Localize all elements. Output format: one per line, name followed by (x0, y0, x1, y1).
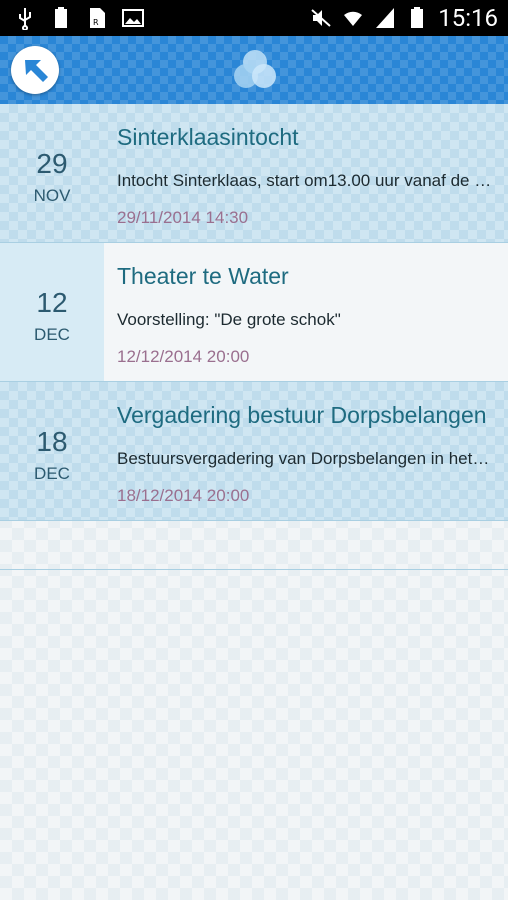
event-content: Theater te Water Voorstelling: "De grote… (117, 243, 494, 381)
back-button[interactable] (11, 46, 59, 94)
event-datetime: 18/12/2014 20:00 (117, 486, 250, 505)
event-month: NOV (33, 186, 71, 205)
list-divider (0, 521, 508, 570)
arrow-up-left-icon (25, 60, 48, 82)
clock: 15:16 (438, 4, 498, 32)
event-list: 29 NOV Sinterklaasintocht Intocht Sinter… (0, 104, 508, 570)
event-row[interactable]: 29 NOV Sinterklaasintocht Intocht Sinter… (0, 104, 508, 243)
wifi-icon (344, 11, 363, 26)
status-left-icons: R (14, 6, 144, 30)
event-day: 29 (36, 148, 68, 179)
sd-card-icon: R (90, 8, 105, 28)
event-title: Sinterklaasintocht (117, 124, 299, 150)
event-description: Voorstelling: "De grote schok" (117, 310, 341, 329)
event-month: DEC (34, 325, 70, 344)
event-row[interactable]: 18 DEC Vergadering bestuur Dorpsbelangen… (0, 382, 508, 521)
battery-100-icon (55, 7, 67, 28)
event-content: Vergadering bestuur Dorpsbelangen Bestuu… (117, 382, 494, 520)
image-icon (122, 9, 144, 27)
event-description: Intocht Sinterklaas, start om13.00 uur v… (117, 171, 494, 190)
event-description: Bestuursvergadering van Dorpsbelangen in… (117, 449, 494, 468)
mute-icon (311, 9, 331, 27)
event-content: Sinterklaasintocht Intocht Sinterklaas, … (117, 104, 494, 242)
bubbles-logo-icon (234, 50, 276, 88)
event-datetime: 29/11/2014 14:30 (117, 208, 249, 227)
event-day: 18 (36, 426, 68, 457)
status-right-icons: 15:16 (310, 4, 498, 32)
app-bar (0, 36, 508, 104)
event-date: 29 NOV (0, 104, 104, 242)
event-day: 12 (36, 287, 68, 318)
usb-icon (19, 8, 31, 30)
event-row[interactable]: 12 DEC Theater te Water Voorstelling: "D… (0, 243, 508, 382)
event-month: DEC (34, 464, 70, 483)
battery-icon (411, 7, 424, 28)
signal-icon (376, 8, 395, 28)
event-title: Vergadering bestuur Dorpsbelangen (117, 402, 487, 428)
status-bar: R 15:16 (0, 0, 508, 36)
event-date: 18 DEC (0, 382, 104, 520)
event-date: 12 DEC (0, 243, 104, 381)
event-title: Theater te Water (117, 263, 289, 289)
svg-text:R: R (93, 18, 99, 27)
event-datetime: 12/12/2014 20:00 (117, 347, 250, 366)
